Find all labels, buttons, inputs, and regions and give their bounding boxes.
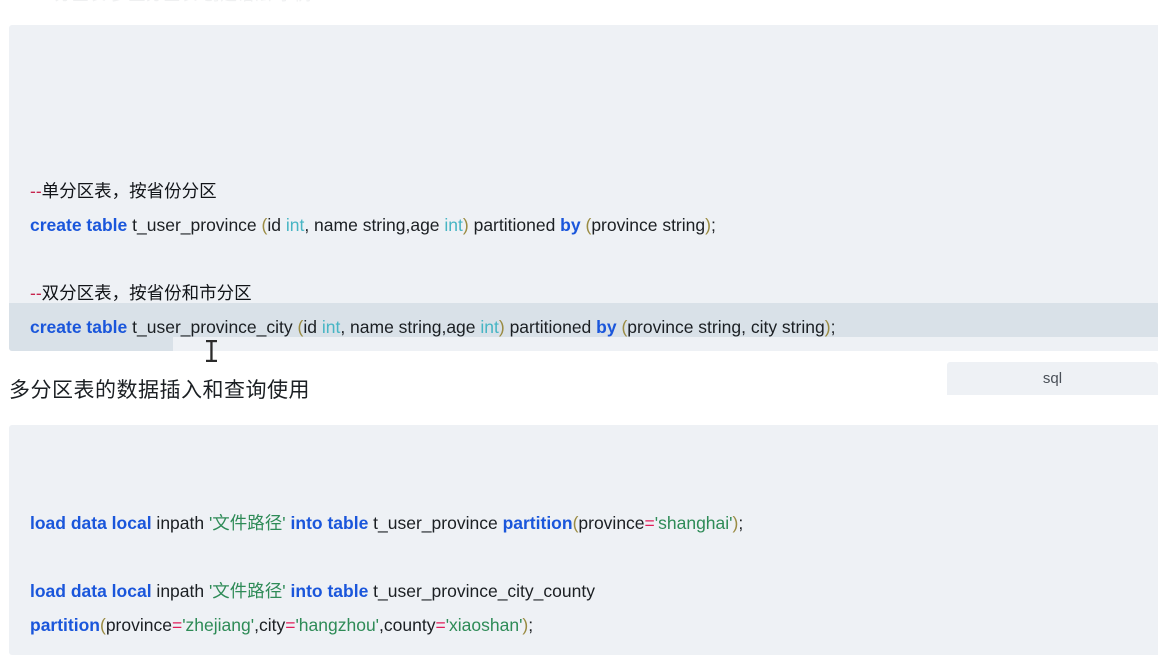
code-token: int [480,317,499,337]
code-token: '文件路径' [208,581,286,601]
code-language-label-text: sql [1042,370,1063,387]
code-content: load data local inpath '文件路径' into table… [30,506,1158,655]
code-token: partitioned [504,317,597,337]
code-token: t_user_province_city [127,317,298,337]
code-block-load-and-select[interactable]: load data local inpath '文件路径' into table… [9,425,1158,655]
code-token: id [267,215,286,235]
code-token: = [435,615,446,635]
code-token: 双分区表，按省份和市分区 [41,283,252,303]
code-token: int [444,215,463,235]
code-line: --双分区表，按省份和市分区 [30,276,1158,310]
code-token: , name string,age [340,317,481,337]
code-token: create table [30,317,128,337]
section-heading: 多分区表的数据插入和查询使用 [9,379,310,402]
clipped-top-text: Hive 分区表 多重分区表 创建语法 示例 [0,0,1158,3]
code-token: 'zhejiang' [182,615,255,635]
code-token: load data local [30,513,152,533]
code-token: ; [528,615,534,635]
code-token: into table [290,581,369,601]
code-line: --单分区表，按省份分区 [30,174,1158,208]
code-language-label: sql [947,362,1158,395]
code-token: ; [830,317,836,337]
code-token: = [171,615,183,635]
code-token: province [105,615,172,635]
code-token: ; [710,215,716,235]
code-token: int [321,317,341,337]
code-token: int [285,215,305,235]
code-token: load data local [30,581,152,601]
code-token: by [596,317,617,337]
code-token: province [578,513,645,533]
code-token: -- [30,181,42,201]
code-token: by [560,215,581,235]
code-token: province string, city string [627,317,825,337]
code-token: ,city [254,615,286,635]
code-token: 'shanghai' [654,513,733,533]
code-token: ; [738,513,744,533]
code-token: 单分区表，按省份分区 [41,181,217,201]
code-token: id [303,317,322,337]
code-line: partition(province='zhejiang',city='hang… [30,608,1158,642]
code-token: t_user_province [368,513,503,533]
code-token: partitioned [468,215,561,235]
clipped-top-content: Hive 分区表 多重分区表 创建语法 示例 [0,0,1158,3]
code-token: into table [290,513,369,533]
code-token: = [285,615,296,635]
code-token: , name string,age [304,215,445,235]
code-token: = [644,513,655,533]
code-token: 'xiaoshan' [445,615,523,635]
code-line: create table t_user_province_city (id in… [30,310,1158,344]
code-token: inpath [151,513,209,533]
code-line: load data local inpath '文件路径' into table… [30,574,1158,608]
code-line: load data local inpath '文件路径' into table… [30,506,1158,540]
code-line: create table t_user_province (id int, na… [30,208,1158,242]
code-token: '文件路径' [208,513,286,533]
code-token: province string [591,215,706,235]
code-content: --单分区表，按省份分区 create table t_user_province… [30,174,1158,351]
code-token: t_user_province [127,215,262,235]
code-token: partition [30,615,100,635]
code-token: 'hangzhou' [295,615,380,635]
code-token: ,county [379,615,436,635]
code-block-create-tables[interactable]: --单分区表，按省份分区 create table t_user_province… [9,25,1158,351]
code-token: -- [30,283,42,303]
code-token: partition [502,513,573,533]
text-cursor-icon [206,340,217,362]
code-token: create table [30,215,128,235]
code-token: inpath [151,581,209,601]
code-token: t_user_province_city_county [368,581,595,601]
document-page: Hive 分区表 多重分区表 创建语法 示例 --单分区表，按省份分区creat… [0,0,1158,655]
